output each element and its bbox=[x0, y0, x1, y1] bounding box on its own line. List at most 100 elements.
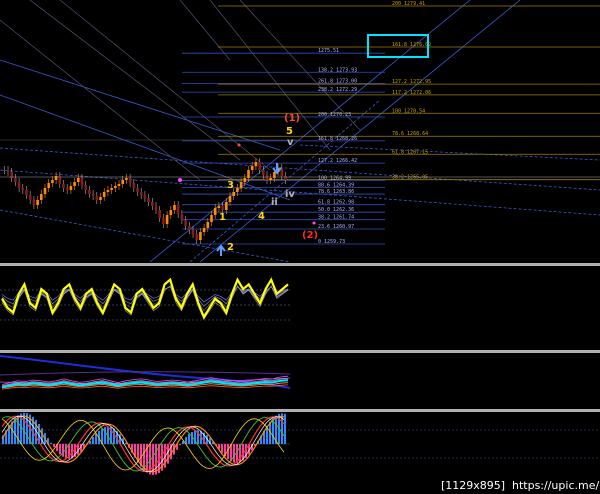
candle-body bbox=[17, 182, 21, 188]
wave-label-1-paren: (1) bbox=[284, 113, 300, 124]
candle-body bbox=[180, 214, 184, 220]
candle-body bbox=[21, 188, 25, 190]
candle-body bbox=[88, 190, 91, 194]
candle-body bbox=[221, 206, 224, 210]
candle-body bbox=[102, 192, 106, 197]
fib-level-label: 1275.51 bbox=[318, 48, 339, 54]
candle-body bbox=[265, 175, 269, 180]
candle-body bbox=[28, 195, 32, 200]
candle-body bbox=[106, 190, 110, 192]
candle-body bbox=[80, 178, 84, 185]
candle-body bbox=[173, 205, 176, 210]
fib-level-label: 200 1279.41 bbox=[392, 1, 425, 7]
fib-level-label: 78.6 1268.64 bbox=[392, 131, 428, 137]
candle-body bbox=[243, 178, 247, 182]
candle-body bbox=[228, 196, 232, 202]
histogram-bar bbox=[188, 434, 190, 444]
candle-body bbox=[188, 226, 191, 230]
candle-body bbox=[110, 188, 113, 190]
candle-body bbox=[147, 198, 150, 202]
histogram-bar bbox=[143, 444, 145, 470]
wave-label-2-paren: (2) bbox=[302, 230, 318, 241]
histogram-bar bbox=[179, 444, 181, 446]
histogram-bar bbox=[95, 433, 97, 444]
candle-body bbox=[202, 228, 206, 232]
candle-body bbox=[121, 180, 124, 184]
histogram-bar bbox=[50, 442, 52, 444]
candle-body bbox=[128, 178, 132, 183]
candle-body bbox=[14, 178, 17, 182]
fib-level-label: 38.2 1265.05 bbox=[392, 175, 428, 181]
fib-level-label: 127.2 1272.95 bbox=[392, 79, 431, 85]
histogram-bar bbox=[92, 437, 94, 444]
marker-dot bbox=[312, 221, 316, 225]
fib-level-label: 261.8 1273.00 bbox=[318, 79, 357, 85]
histogram-bar bbox=[59, 444, 61, 455]
candle-body bbox=[169, 210, 173, 215]
fib-level-label: 127.2 1266.42 bbox=[318, 158, 357, 164]
panel-separator bbox=[0, 263, 600, 266]
footer-resolution: [1129x895] bbox=[441, 479, 505, 492]
candle-body bbox=[232, 192, 235, 196]
candle-body bbox=[176, 205, 180, 214]
panel-separator bbox=[0, 350, 600, 353]
histogram-bar bbox=[62, 444, 64, 457]
candle-body bbox=[258, 162, 261, 170]
fib-level-label: 238.2 1272.29 bbox=[318, 87, 357, 93]
candle-body bbox=[47, 183, 50, 188]
fib-level-label: 23.6 1260.97 bbox=[318, 224, 354, 230]
candle-body bbox=[77, 178, 80, 182]
candle-body bbox=[236, 188, 239, 192]
candle-body bbox=[117, 184, 121, 186]
candle-body bbox=[65, 188, 69, 190]
histogram-bar bbox=[14, 418, 16, 444]
candle-body bbox=[284, 176, 287, 180]
candle-body bbox=[25, 190, 28, 195]
wave-label-4: 4 bbox=[258, 211, 265, 222]
candle-body bbox=[262, 170, 265, 175]
candle-body bbox=[250, 166, 254, 170]
candle-body bbox=[84, 185, 87, 190]
wave-label-3: 3 bbox=[227, 180, 234, 191]
candle-body bbox=[62, 184, 65, 188]
candle-body bbox=[158, 210, 161, 218]
candle-body bbox=[191, 230, 195, 234]
candle-body bbox=[217, 206, 221, 208]
candle-body bbox=[269, 178, 272, 180]
fib-level-label: 161.8 1276.02 bbox=[392, 42, 431, 48]
candle-body bbox=[239, 182, 243, 188]
fib-level-label: 88.6 1264.39 bbox=[318, 183, 354, 189]
candle-body bbox=[32, 200, 36, 205]
candle-body bbox=[206, 222, 210, 228]
candle-body bbox=[210, 215, 213, 222]
candle-body bbox=[139, 192, 143, 195]
fib-level-label: 138.2 1273.93 bbox=[318, 67, 357, 73]
marker-dot bbox=[237, 143, 241, 147]
wave-label-1: 1 bbox=[219, 212, 226, 223]
fib-level-label: 100 1270.54 bbox=[392, 108, 425, 114]
candle-body bbox=[184, 220, 187, 226]
fib-level-label: 117.2 1272.06 bbox=[392, 90, 431, 96]
histogram-bar bbox=[104, 427, 106, 444]
fib-level-label: 38.2 1261.74 bbox=[318, 215, 354, 221]
candle-body bbox=[136, 188, 139, 192]
candle-body bbox=[51, 180, 54, 183]
candle-body bbox=[95, 196, 99, 200]
histogram-bar bbox=[284, 413, 286, 444]
histogram-bar bbox=[221, 444, 223, 453]
fib-level-label: 50.0 1262.36 bbox=[318, 207, 354, 213]
wave-label-iv: iv bbox=[285, 189, 295, 200]
candle-body bbox=[114, 186, 117, 188]
marker-dot bbox=[178, 178, 182, 182]
candle-body bbox=[3, 170, 6, 171]
footer-url[interactable]: https://upic.me/ bbox=[512, 479, 599, 492]
chart-canvas: 200 1279.41 161.8 1276.02 1275.51 138.2 127… bbox=[0, 0, 600, 494]
wave-label-5: 5 bbox=[286, 126, 293, 137]
candle-body bbox=[254, 162, 258, 166]
fib-level-label: 0 1259.73 bbox=[318, 239, 345, 245]
candle-body bbox=[154, 206, 158, 210]
fib-level-label: 200 1270.23 bbox=[318, 112, 351, 118]
fib-level-label: 100 1264.99 bbox=[318, 175, 351, 181]
candle-body bbox=[36, 200, 39, 205]
candle-body bbox=[125, 178, 128, 180]
